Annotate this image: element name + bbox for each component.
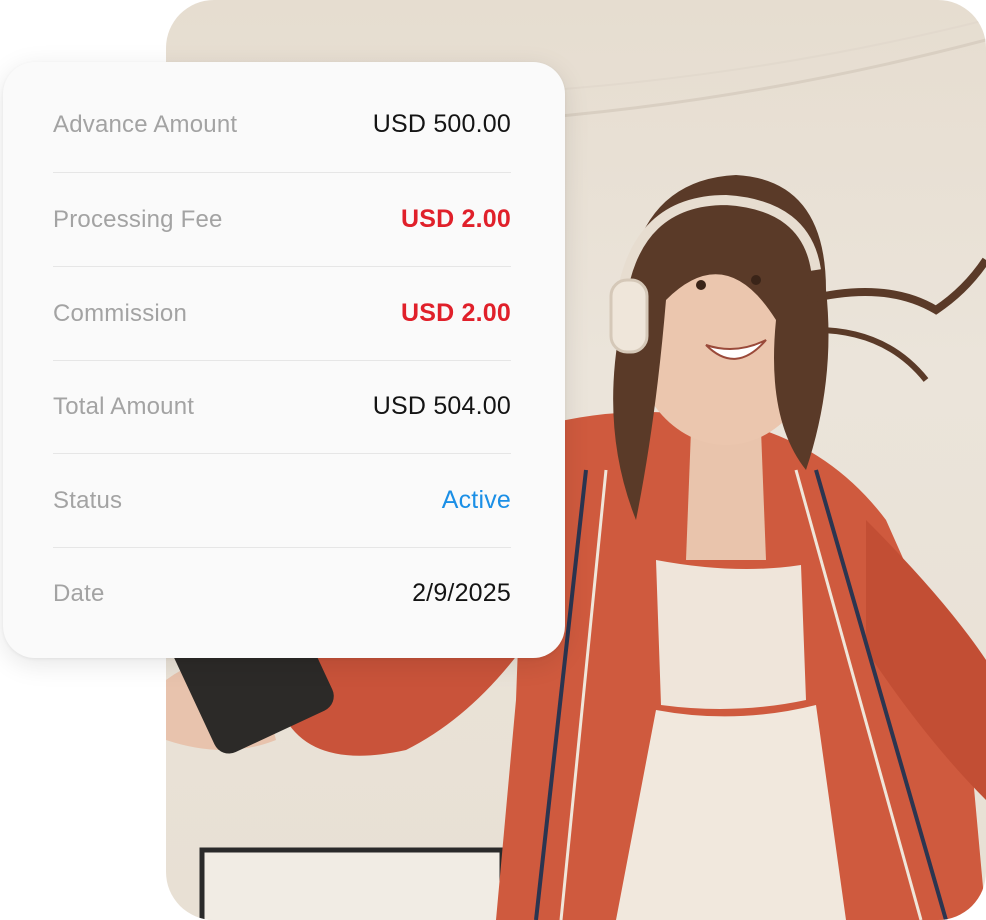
advance-details-card: Advance Amount USD 500.00 Processing Fee… (3, 62, 565, 658)
total-amount-value: USD 504.00 (372, 392, 511, 420)
total-amount-label: Total Amount (53, 392, 195, 420)
date-label: Date (53, 579, 105, 607)
detail-row-total-amount: Total Amount USD 504.00 (53, 360, 511, 453)
processing-fee-label: Processing Fee (53, 205, 223, 233)
detail-row-date: Date 2/9/2025 (53, 547, 511, 640)
processing-fee-value: USD 2.00 (401, 205, 511, 233)
detail-row-advance-amount: Advance Amount USD 500.00 (53, 78, 511, 171)
detail-row-commission: Commission USD 2.00 (53, 267, 511, 360)
date-value: 2/9/2025 (412, 579, 511, 607)
detail-row-status: Status Active (53, 454, 511, 547)
commission-value: USD 2.00 (401, 299, 511, 327)
advance-amount-label: Advance Amount (53, 110, 238, 138)
advance-amount-value: USD 500.00 (372, 110, 511, 138)
status-badge: Active (441, 486, 511, 514)
status-label: Status (53, 486, 123, 514)
detail-row-processing-fee: Processing Fee USD 2.00 (53, 173, 511, 266)
commission-label: Commission (53, 299, 188, 327)
